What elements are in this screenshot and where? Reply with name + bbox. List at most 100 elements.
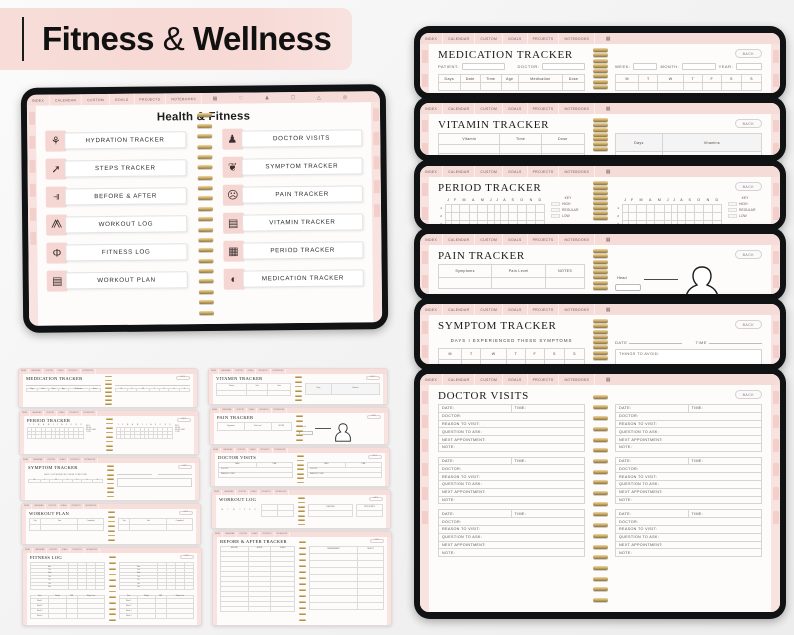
visit-block[interactable]: DATE: TIME: DOCTOR: REASON TO VISIT: QUE… — [615, 456, 762, 505]
nav-tab-calendar[interactable]: CALENDAR — [443, 103, 476, 114]
nav-tab-notebooks[interactable]: NOTEBOOKS — [559, 166, 596, 177]
mini-days-row[interactable]: MTWTFSS — [219, 504, 258, 517]
rail-tab[interactable] — [421, 143, 428, 155]
back-button[interactable]: BACK — [369, 538, 384, 543]
date-line[interactable] — [117, 472, 152, 475]
grid-icon[interactable]: ▦ — [595, 304, 621, 315]
question-cell[interactable]: QUESTION TO ASK: — [439, 481, 584, 488]
nav-tab-index[interactable]: INDEX — [420, 166, 444, 177]
back-button[interactable]: BACK — [366, 414, 381, 419]
rail-tab[interactable] — [772, 487, 779, 500]
nav-tab-calendar[interactable]: CALENDAR — [49, 94, 83, 106]
question-cell[interactable]: QUESTION TO ASK: — [439, 534, 584, 541]
rail-tab[interactable] — [772, 207, 779, 220]
mini-table[interactable]: Vitamin Time Dose — [215, 382, 291, 396]
back-button[interactable]: BACK — [367, 454, 382, 459]
index-item-doctor-visits[interactable]: ♟ DOCTOR VISITS — [221, 127, 363, 150]
visit-block[interactable]: DATE: TIME: DOCTOR: REASON TO VISIT: QUE… — [615, 404, 762, 452]
head-input[interactable] — [615, 284, 641, 291]
question-cell[interactable]: QUESTION TO ASK: — [439, 428, 584, 435]
nav-tab-projects[interactable]: PROJECTS — [528, 304, 560, 315]
rail-tab[interactable] — [372, 156, 380, 170]
rail-tab[interactable] — [421, 50, 428, 63]
rail-tab[interactable] — [772, 143, 779, 155]
rail-tab[interactable] — [772, 439, 779, 452]
body-diagram[interactable]: Head — [615, 264, 762, 294]
time-cell[interactable]: TIME: — [689, 405, 762, 412]
date-cell[interactable]: DATE: — [439, 457, 512, 465]
mini-days-table[interactable]: MTWTFSS — [28, 478, 104, 483]
index-item-before-after[interactable]: ⫣ BEFORE & AFTER — [45, 185, 187, 208]
nav-tab-notebooks[interactable]: NOTEBOOKS — [166, 93, 202, 105]
nav-tab-index[interactable]: INDEX — [420, 234, 444, 245]
mini-visit-block[interactable]: DATE: TIME: DOCTOR: REASON TO VISIT: — [306, 461, 382, 478]
date-cell[interactable]: DATE: — [439, 510, 512, 518]
rail-tab[interactable] — [28, 111, 35, 125]
card-doctor-visits[interactable]: INDEX CALENDAR CUSTOM GOALS PROJECTS NOT… — [414, 367, 786, 619]
mini-exercise-table[interactable]: EXERCISE — [307, 503, 354, 517]
note-cell[interactable]: NOTE: — [616, 444, 761, 451]
card-medication-tracker[interactable]: INDEX CALENDAR CUSTOM GOALS PROJECTS NOT… — [414, 26, 786, 100]
mini-table[interactable] — [260, 503, 295, 517]
rail-tab[interactable] — [772, 321, 779, 334]
index-item-steps-tracker[interactable]: ➚ STEPS TRACKER — [45, 157, 187, 180]
mini-weeks-table[interactable]: Date Weight BMI Weight Lost Week 1 Week 2 W… — [29, 594, 106, 620]
mini-month-grid[interactable]: JFMAMJJASOND — [115, 425, 173, 439]
nav-tab-index[interactable]: INDEX — [420, 374, 444, 385]
nav-tab-projects[interactable]: PROJECTS — [528, 234, 560, 245]
nav-tab-index[interactable]: INDEX — [420, 304, 444, 315]
rail-tab[interactable] — [421, 207, 428, 220]
field-line[interactable] — [26, 383, 101, 386]
back-button[interactable]: BACK — [734, 49, 762, 58]
mini-table[interactable]: Days Date Time Age Medication Dose — [25, 387, 102, 392]
thumb-fitness-log[interactable]: INDEX CALENDAR CUSTOM GOALS PROJECTS NOT… — [22, 547, 202, 626]
date-cell[interactable]: DATE: — [616, 405, 689, 412]
rail-tab[interactable] — [421, 275, 428, 288]
nav-tab-projects[interactable]: PROJECTS — [528, 103, 560, 114]
vitamin-table[interactable]: Vitamin Time Dose — [437, 133, 586, 155]
nav-tab-notebooks[interactable]: NOTEBOOKS — [559, 304, 596, 315]
mini-table[interactable]: Days Vitamins — [305, 382, 381, 395]
next-appointment-cell[interactable]: NEXT APPOINTMENT: — [439, 436, 584, 443]
nav-tab-index[interactable]: INDEX — [420, 103, 444, 114]
rail-tab[interactable] — [772, 511, 779, 524]
rail-tab[interactable] — [772, 463, 779, 476]
nav-tab-projects[interactable]: PROJECTS — [528, 374, 560, 385]
nav-tab-goals[interactable]: GOALS — [503, 304, 528, 315]
rail-tab[interactable] — [29, 183, 36, 197]
nav-tab-projects[interactable]: PROJECTS — [528, 33, 560, 44]
rail-tab[interactable] — [372, 108, 379, 122]
nav-tab-custom[interactable]: CUSTOM — [475, 33, 504, 44]
thumb-doctor-visits[interactable]: INDEX CALENDAR CUSTOM GOALS PROJECTS NOT… — [210, 447, 390, 487]
rail-tab[interactable] — [28, 135, 35, 149]
mini-visit-block[interactable]: DATE: TIME: DOCTOR: REASON TO VISIT: — [217, 461, 293, 478]
back-button[interactable]: BACK — [175, 375, 190, 380]
date-cell[interactable]: DATE: — [616, 457, 689, 465]
symptom-days-table[interactable]: M T W T F S S — [437, 348, 586, 364]
nav-tab-custom[interactable]: CUSTOM — [475, 166, 504, 177]
time-input[interactable] — [709, 338, 762, 344]
thumb-period-tracker[interactable]: INDEX CALENDAR CUSTOM GOALS PROJECTS NOT… — [19, 410, 199, 455]
doctor-cell[interactable]: DOCTOR: — [616, 413, 761, 420]
grid-icon[interactable]: ▦ — [595, 103, 621, 114]
rail-tab[interactable] — [421, 439, 428, 452]
mini-table[interactable]: Day Time Completed — [28, 517, 104, 531]
doctor-cell[interactable]: DOCTOR: — [439, 518, 584, 525]
days-vitamins-table[interactable]: Days Vitamins — [615, 133, 763, 155]
card-vitamin-tracker[interactable]: INDEX CALENDAR CUSTOM GOALS PROJECTS NOT… — [414, 96, 786, 162]
index-item-medication-tracker[interactable]: ◐ MEDICATION TRACKER — [223, 267, 364, 290]
rail-tab[interactable] — [421, 120, 428, 132]
next-appointment-cell[interactable]: NEXT APPOINTMENT: — [439, 489, 584, 496]
grid-icon[interactable]: ▦ — [595, 166, 621, 177]
doctor-cell[interactable]: DOCTOR: — [616, 465, 761, 472]
mini-table[interactable]: Day Task Completed — [117, 517, 193, 531]
things-to-avoid-box[interactable] — [117, 478, 192, 487]
back-button[interactable]: BACK — [734, 182, 762, 191]
person-icon[interactable]: ♟ — [254, 92, 280, 103]
nav-tab-calendar[interactable]: CALENDAR — [443, 33, 476, 44]
week-input[interactable] — [633, 63, 658, 70]
nav-tab-calendar[interactable]: CALENDAR — [443, 304, 476, 315]
time-line[interactable] — [157, 472, 192, 475]
mini-measurement-table[interactable]: MEASUREMENT RESULT — [308, 545, 384, 610]
nav-tab-custom[interactable]: CUSTOM — [475, 234, 504, 245]
